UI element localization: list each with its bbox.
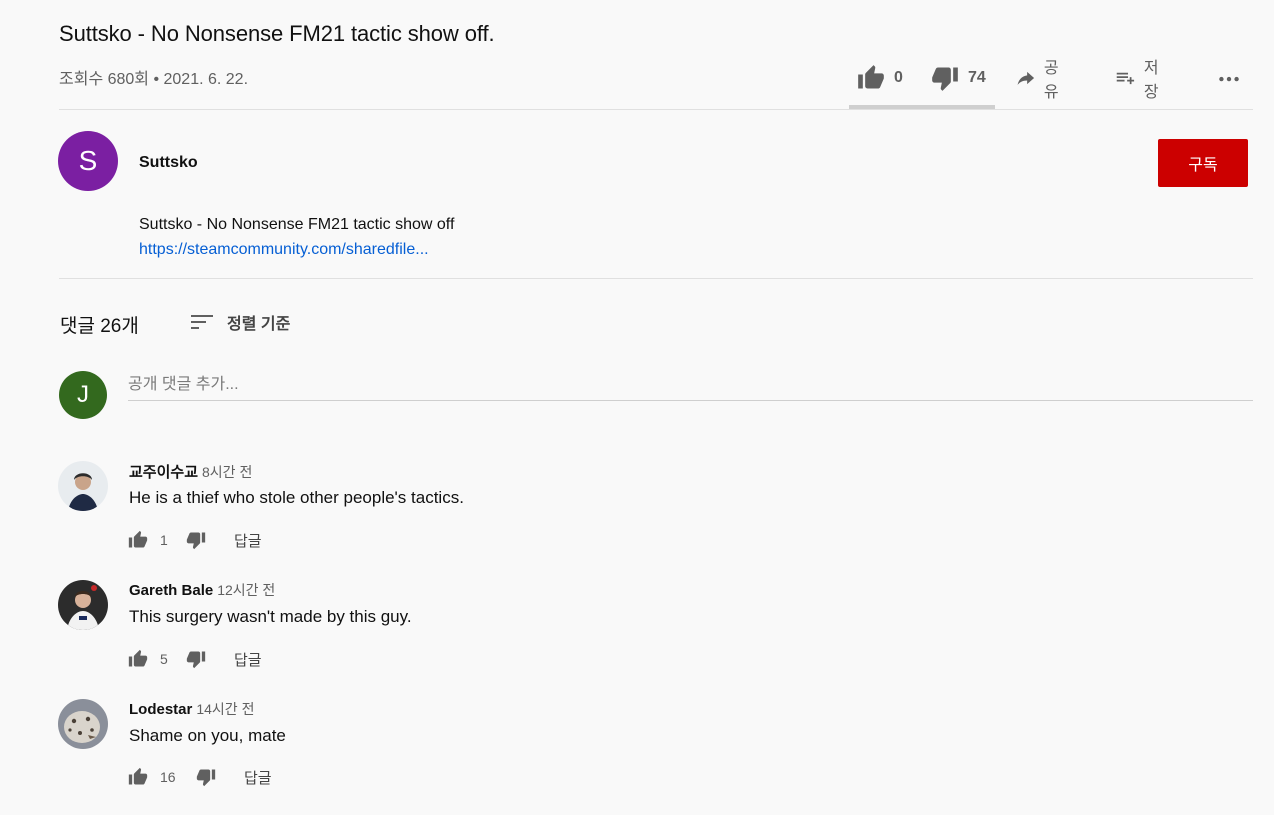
divider xyxy=(59,278,1253,279)
thumbs-down-icon[interactable] xyxy=(196,767,216,787)
thumbs-down-icon[interactable] xyxy=(186,530,206,550)
commenter-avatar[interactable] xyxy=(58,461,108,511)
comment-header: 교주이수교 8시간 전 xyxy=(129,461,252,482)
comment-item: Lodestar 14시간 전 Shame on you, mate 16 답글 xyxy=(58,699,1248,799)
thumbs-up-icon xyxy=(858,65,884,89)
save-label: 저장 xyxy=(1143,60,1159,101)
channel-avatar[interactable]: S xyxy=(58,131,118,191)
comment-time[interactable]: 12시간 전 xyxy=(217,582,275,598)
comment-toolbar: 1 답글 xyxy=(128,528,262,552)
comment-like-count: 5 xyxy=(160,651,168,667)
comment-input[interactable] xyxy=(128,369,1253,401)
sort-icon xyxy=(191,315,213,329)
snow-leopard-icon xyxy=(58,699,108,749)
comment-like-count: 1 xyxy=(160,532,168,548)
commenter-avatar[interactable] xyxy=(58,699,108,749)
comment-count: 댓글 26개 xyxy=(60,316,139,337)
subscribe-button[interactable]: 구독 xyxy=(1158,139,1248,187)
comment-toolbar: 16 답글 xyxy=(128,765,272,789)
comment-time[interactable]: 14시간 전 xyxy=(196,701,254,717)
description-link[interactable]: https://steamcommunity.com/sharedfile... xyxy=(139,237,454,262)
thumbs-down-icon xyxy=(932,67,958,91)
share-button[interactable]: 공유 xyxy=(1015,54,1066,102)
dislike-count: 74 xyxy=(968,69,986,86)
video-description: Suttsko - No Nonsense FM21 tactic show o… xyxy=(139,212,454,262)
playlist-add-icon xyxy=(1116,72,1135,85)
comment-text: He is a thief who stole other people's t… xyxy=(129,488,464,507)
person-photo-icon xyxy=(58,461,108,511)
comment-author[interactable]: Gareth Bale xyxy=(129,582,213,599)
share-icon xyxy=(1017,71,1035,85)
comment-text: Shame on you, mate xyxy=(129,726,286,745)
dislike-button[interactable]: 74 xyxy=(930,64,986,92)
description-text: Suttsko - No Nonsense FM21 tactic show o… xyxy=(139,216,455,233)
share-label: 공유 xyxy=(1043,60,1059,101)
sort-button[interactable]: 정렬 기준 xyxy=(190,310,290,334)
comment-time[interactable]: 8시간 전 xyxy=(202,464,252,480)
channel-name[interactable]: Suttsko xyxy=(139,154,198,172)
thumbs-up-icon[interactable] xyxy=(128,530,148,550)
thumbs-down-icon[interactable] xyxy=(186,649,206,669)
comment-text: This surgery wasn't made by this guy. xyxy=(129,607,412,626)
comment-author[interactable]: 교주이수교 xyxy=(129,464,198,481)
sort-label: 정렬 기준 xyxy=(227,316,291,333)
comment-author[interactable]: Lodestar xyxy=(129,701,192,718)
comment-header: Lodestar 14시간 전 xyxy=(129,699,254,719)
reply-button[interactable]: 답글 xyxy=(234,530,262,551)
like-count: 0 xyxy=(894,69,903,86)
commenter-avatar[interactable] xyxy=(58,580,108,630)
divider xyxy=(59,109,1253,110)
more-actions-button[interactable] xyxy=(1216,65,1242,91)
comment-toolbar: 5 답글 xyxy=(128,647,262,671)
thumbs-up-icon[interactable] xyxy=(128,649,148,669)
my-avatar: J xyxy=(59,371,107,419)
comment-item: Gareth Bale 12시간 전 This surgery wasn't ma… xyxy=(58,580,1248,680)
reply-button[interactable]: 답글 xyxy=(244,767,272,788)
thumbs-up-icon[interactable] xyxy=(128,767,148,787)
comment-like-count: 16 xyxy=(160,769,176,785)
more-horiz-icon xyxy=(1219,76,1239,82)
comment-header: Gareth Bale 12시간 전 xyxy=(129,580,275,600)
person-photo-icon xyxy=(58,580,108,630)
reply-button[interactable]: 답글 xyxy=(234,649,262,670)
video-title: Suttsko - No Nonsense FM21 tactic show o… xyxy=(59,21,495,46)
video-meta: 조회수 680회 • 2021. 6. 22. xyxy=(59,71,249,88)
like-button[interactable]: 0 xyxy=(856,64,903,92)
save-button[interactable]: 저장 xyxy=(1115,54,1166,102)
comment-item: 교주이수교 8시간 전 He is a thief who stole other… xyxy=(58,461,1248,561)
